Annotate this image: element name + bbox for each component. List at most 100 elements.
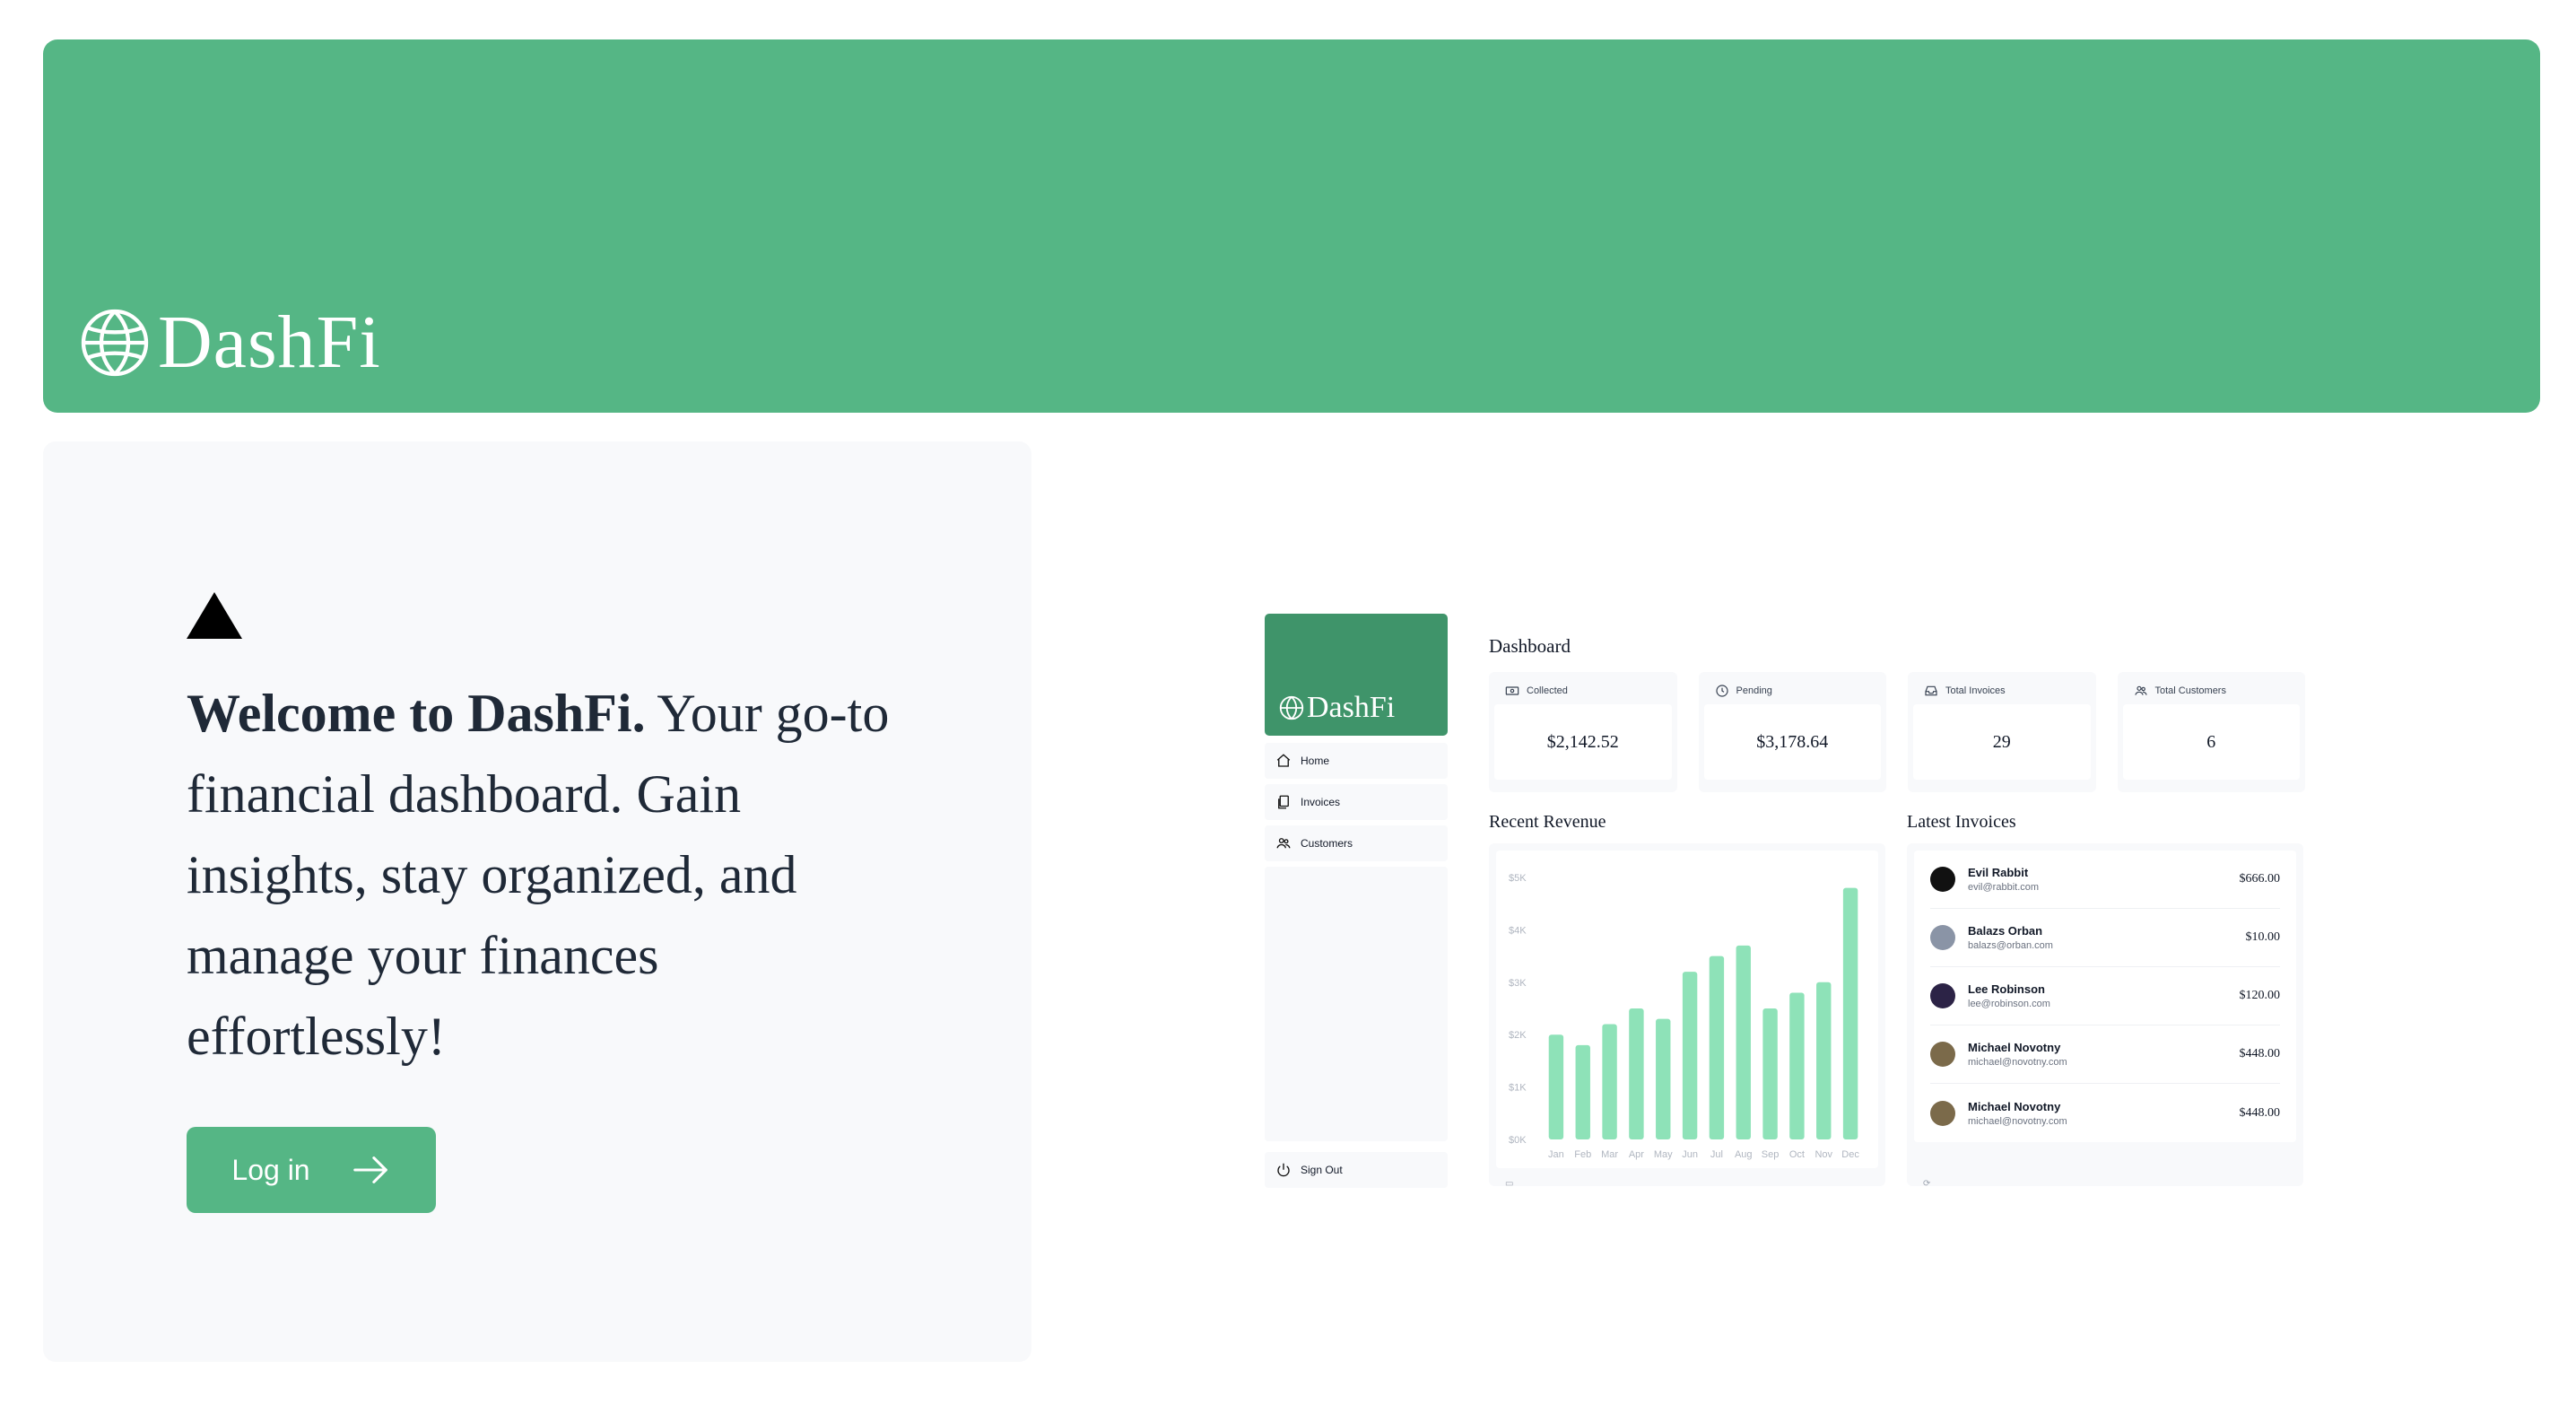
header-banner: DashFi	[43, 39, 2540, 413]
latest-invoices-section: Latest Invoices Evil Rabbit evil@rabbit.c…	[1907, 812, 2303, 1186]
revenue-bar	[1789, 992, 1805, 1139]
avatar	[1930, 867, 1955, 892]
latest-invoices-title: Latest Invoices	[1907, 812, 2016, 832]
stat-card-total-customers: Total Customers 6	[2117, 672, 2305, 792]
x-tick-label: Aug	[1735, 1149, 1753, 1160]
invoice-row: Lee Robinson lee@robinson.com $120.00	[1930, 967, 2280, 1025]
avatar	[1930, 1100, 1955, 1126]
users-icon	[2134, 685, 2147, 695]
preview-signout: Sign Out	[1265, 1152, 1448, 1188]
brand-name: DashFi	[158, 301, 381, 384]
welcome-text: Welcome to DashFi. Your go-to financial …	[187, 673, 904, 1077]
avatar	[1930, 925, 1955, 950]
preview-nav-customers: Customers	[1265, 825, 1448, 861]
avatar	[1930, 983, 1955, 1008]
dashboard-preview-image: DashFi Home Invoices Customers Sign Out	[1259, 607, 2309, 1202]
stat-value: $3,178.64	[1703, 704, 1881, 780]
invoice-row: Michael Novotny michael@novotny.com $448.0…	[1930, 1025, 2280, 1084]
preview-main: Dashboard Collected $2,142.52 Pending $3…	[1489, 635, 2305, 1186]
invoice-row: Evil Rabbit evil@rabbit.com $666.00	[1930, 851, 2280, 909]
revenue-bar	[1602, 1024, 1617, 1139]
arrow-right-icon	[352, 1156, 387, 1183]
preview-nav-invoices: Invoices	[1265, 784, 1448, 820]
x-tick-label: Jan	[1548, 1149, 1564, 1160]
refresh-icon: ⟳	[1923, 1179, 1931, 1186]
x-tick-label: Apr	[1629, 1149, 1644, 1160]
welcome-bold: Welcome to DashFi.	[187, 684, 646, 743]
home-icon	[1276, 754, 1291, 767]
invoice-customer-email: lee@robinson.com	[1968, 999, 2050, 1009]
nav-label-home: Home	[1301, 755, 1330, 767]
y-tick-label: $3K	[1509, 978, 1527, 989]
stat-label: Collected	[1527, 685, 1568, 696]
stat-card-pending: Pending $3,178.64	[1698, 672, 1886, 792]
y-tick-label: $0K	[1509, 1135, 1527, 1146]
stat-value: 6	[2122, 704, 2300, 780]
signout-label: Sign Out	[1301, 1164, 1343, 1176]
banknote-icon	[1505, 686, 1519, 695]
power-icon	[1277, 1163, 1290, 1177]
y-tick-label: $1K	[1509, 1083, 1527, 1094]
stat-label: Total Invoices	[1945, 685, 2006, 696]
login-button[interactable]: Log in	[187, 1127, 436, 1213]
x-tick-label: Oct	[1789, 1149, 1805, 1160]
nav-label-invoices: Invoices	[1301, 796, 1341, 808]
stat-label: Total Customers	[2154, 685, 2226, 696]
invoice-customer-name: Lee Robinson	[1968, 982, 2045, 996]
invoice-customer-email: michael@novotny.com	[1968, 1057, 2067, 1068]
stat-value: 29	[1913, 704, 2091, 780]
preview-nav-spacer	[1265, 867, 1448, 1141]
brand-logo[interactable]: DashFi	[79, 305, 381, 380]
globe-icon	[1279, 695, 1304, 720]
login-label: Log in	[231, 1153, 310, 1186]
invoice-row: Balazs Orban balazs@orban.com $10.00	[1930, 909, 2280, 967]
clock-icon	[1715, 685, 1728, 697]
x-tick-label: Sep	[1762, 1149, 1780, 1160]
globe-icon	[81, 309, 149, 377]
recent-revenue-section: Recent Revenue $5K $4K $3K $2K $1K $0K Jan Feb M…	[1489, 812, 1885, 1186]
invoice-customer-email: evil@rabbit.com	[1968, 882, 2040, 893]
revenue-bar	[1575, 1044, 1590, 1139]
preview-nav-home: Home	[1265, 743, 1448, 779]
revenue-bar	[1816, 982, 1832, 1139]
x-tick-label: Jul	[1710, 1149, 1723, 1160]
stat-card-total-invoices: Total Invoices 29	[1908, 672, 2096, 792]
x-tick-label: May	[1654, 1149, 1673, 1160]
y-tick-label: $2K	[1509, 1030, 1527, 1041]
invoice-customer-name: Michael Novotny	[1968, 1099, 2061, 1113]
invoice-amount: $448.00	[2239, 1105, 2281, 1120]
invoice-customer-name: Michael Novotny	[1968, 1041, 2061, 1054]
recent-revenue-title: Recent Revenue	[1489, 812, 1606, 832]
revenue-bar	[1736, 945, 1751, 1139]
preview-sidebar: DashFi Home Invoices Customers Sign Out	[1265, 614, 1448, 1188]
invoice-customer-name: Evil Rabbit	[1968, 866, 2029, 879]
x-tick-label: Nov	[1815, 1149, 1832, 1160]
x-tick-label: Jun	[1682, 1149, 1698, 1160]
revenue-bar	[1762, 1008, 1778, 1139]
x-tick-label: Mar	[1601, 1149, 1618, 1160]
revenue-bar	[1682, 972, 1698, 1139]
users-icon	[1276, 838, 1291, 849]
nav-label-customers: Customers	[1301, 837, 1353, 850]
invoice-list: Evil Rabbit evil@rabbit.com $666.00 Balazs …	[1914, 851, 2296, 1142]
x-tick-label: Dec	[1841, 1149, 1859, 1160]
inbox-icon	[1925, 685, 1937, 696]
revenue-bar	[1709, 956, 1725, 1139]
preview-page-title: Dashboard	[1489, 635, 1571, 657]
revenue-bar	[1842, 887, 1858, 1139]
preview-stat-cards: Collected $2,142.52 Pending $3,178.64 To…	[1489, 672, 2305, 792]
revenue-bar-chart: $5K $4K $3K $2K $1K $0K Jan Feb Mar Apr May Jun Jul A…	[1496, 851, 1878, 1168]
stat-label: Pending	[1736, 685, 1772, 696]
calendar-icon: ▭	[1505, 1179, 1514, 1186]
invoice-row: Michael Novotny michael@novotny.com $448.0…	[1930, 1084, 2280, 1142]
invoice-amount: $10.00	[2245, 930, 2281, 944]
revenue-bar	[1548, 1034, 1564, 1139]
revenue-bar	[1656, 1018, 1671, 1139]
welcome-card: Welcome to DashFi. Your go-to financial …	[43, 441, 1031, 1362]
invoice-amount: $120.00	[2239, 989, 2281, 1002]
triangle-icon	[187, 592, 242, 639]
preview-logo: DashFi	[1265, 614, 1448, 736]
document-icon	[1278, 795, 1289, 809]
stat-card-collected: Collected $2,142.52	[1489, 672, 1677, 792]
invoice-customer-email: michael@novotny.com	[1968, 1115, 2067, 1127]
